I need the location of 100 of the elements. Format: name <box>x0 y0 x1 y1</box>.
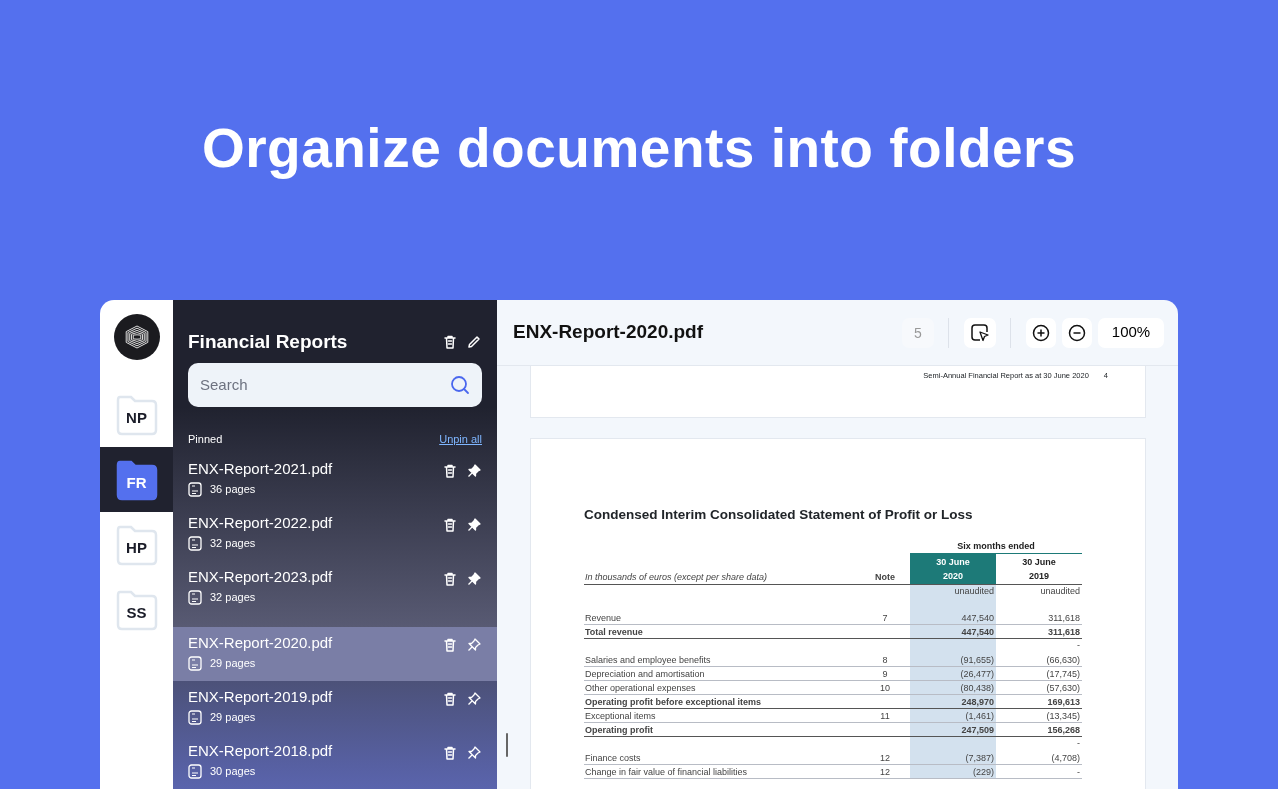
trash-icon[interactable] <box>442 517 458 533</box>
table-cell: (57,630) <box>1046 682 1080 693</box>
page-count: 29 pages <box>210 656 256 671</box>
file-item[interactable]: ENX-Report-2019.pdf 29 pages <box>173 681 497 735</box>
file-item[interactable]: ENX-Report-2022.pdf 32 pages <box>173 507 497 561</box>
table-cell: 12 <box>880 752 890 763</box>
document-icon <box>188 763 202 779</box>
table-cell: Operating profit <box>585 724 653 735</box>
table-cell: 169,613 <box>1047 696 1080 707</box>
section-label: Pinned <box>188 431 223 447</box>
column-header: 30 June 2019 <box>1021 556 1057 584</box>
table-cell: (1,461) <box>965 710 994 721</box>
table-cell: 10 <box>880 682 890 693</box>
statement-title: Condensed Interim Consolidated Statement of Profit or Loss <box>584 506 974 524</box>
select-tool-button[interactable] <box>964 317 996 348</box>
table-cell: (26,477) <box>960 668 994 679</box>
trash-icon[interactable] <box>442 745 458 761</box>
table-cell: (17,745) <box>1046 668 1080 679</box>
pin-icon[interactable] <box>466 463 482 479</box>
zoom-in-button[interactable] <box>1026 317 1056 348</box>
table-cell: 12 <box>880 766 890 777</box>
page-count: 36 pages <box>210 482 256 497</box>
table-cell: Depreciation and amortisation <box>585 668 705 679</box>
file-item[interactable]: ENX-Report-2020.pdf 29 pages <box>173 627 497 681</box>
file-name: ENX-Report-2020.pdf <box>188 633 334 653</box>
page-count: 29 pages <box>210 710 256 725</box>
trash-icon[interactable] <box>442 691 458 707</box>
table-cell: 8 <box>882 654 888 665</box>
table-cell: (7,387) <box>965 752 994 763</box>
logo-icon <box>113 314 160 360</box>
file-item[interactable]: ENX-Report-2018.pdf 30 pages <box>173 735 497 789</box>
file-name: ENX-Report-2019.pdf <box>188 687 334 707</box>
trash-icon[interactable] <box>442 571 458 587</box>
document-icon <box>188 589 202 605</box>
table-cell: 9 <box>882 668 888 679</box>
table-cell: (91,655) <box>960 654 994 665</box>
table-caption: In thousands of euros (except per share data) <box>585 570 768 584</box>
table-cell: Operating profit before exceptional items <box>585 696 762 707</box>
page-count: 30 pages <box>210 764 256 779</box>
table-cell: Other operational expenses <box>585 682 696 693</box>
pin-icon[interactable] <box>466 517 482 533</box>
table-cell: 248,970 <box>961 696 994 707</box>
folder-title: Financial Reports <box>188 330 349 354</box>
table-cell: Finance costs <box>585 752 641 763</box>
file-name: ENX-Report-2018.pdf <box>188 741 334 761</box>
page-count: 32 pages <box>210 536 256 551</box>
table-cell: Revenue <box>585 612 622 623</box>
table-cell: 7 <box>882 612 888 623</box>
table-cell: 447,540 <box>961 626 994 637</box>
pin-outline-icon[interactable] <box>466 745 482 761</box>
cursor-icon <box>970 322 990 343</box>
table-cell: 247,509 <box>961 724 994 735</box>
unpin-all-link[interactable]: Unpin all <box>439 430 482 447</box>
table-cell: (229) <box>973 766 994 777</box>
file-name: ENX-Report-2021.pdf <box>188 459 334 479</box>
column-header: 30 June 2020 <box>910 554 996 585</box>
page-count: 32 pages <box>210 590 256 605</box>
pencil-icon[interactable] <box>466 334 482 351</box>
table-cell: - <box>1077 766 1080 777</box>
table-cell: (4,708) <box>1051 752 1080 763</box>
file-name: ENX-Report-2023.pdf <box>188 567 334 587</box>
minus-icon <box>1068 323 1086 342</box>
pin-outline-icon[interactable] <box>466 691 482 707</box>
folder-button[interactable]: HP <box>115 523 158 566</box>
folder-button[interactable]: SS <box>115 588 158 631</box>
table-cell: - <box>1077 639 1080 650</box>
document-icon <box>188 481 202 497</box>
table-cell: unaudited <box>1040 586 1080 597</box>
document-icon <box>188 535 202 551</box>
table-cell: (80,438) <box>960 682 994 693</box>
zoom-level-button[interactable]: 100% <box>1098 317 1164 348</box>
search-icon[interactable] <box>450 374 470 395</box>
table-cell: (66,630) <box>1046 654 1080 665</box>
pin-outline-icon[interactable] <box>466 637 482 653</box>
zoom-out-button[interactable] <box>1062 317 1092 348</box>
document-title: ENX-Report-2020.pdf <box>513 320 705 345</box>
file-name: ENX-Report-2022.pdf <box>188 513 334 533</box>
pin-icon[interactable] <box>466 571 482 587</box>
file-item[interactable]: ENX-Report-2021.pdf 36 pages <box>173 453 497 507</box>
table-cell: unaudited <box>954 586 994 597</box>
table-cell: Salaries and employee benefits <box>585 654 711 665</box>
trash-icon[interactable] <box>442 463 458 479</box>
plus-icon <box>1032 323 1050 342</box>
table-cell: Change in fair value of financial liabilities <box>585 766 748 777</box>
table-cell: 311,618 <box>1047 626 1080 637</box>
table-cell: 311,618 <box>1048 612 1080 623</box>
table-cell: 156,268 <box>1047 724 1080 735</box>
table-cell: (13,345) <box>1046 710 1080 721</box>
table-cell: Total revenue <box>585 626 643 637</box>
document-icon <box>188 655 202 671</box>
trash-icon[interactable] <box>442 334 458 351</box>
folder-button[interactable]: FR <box>115 458 158 501</box>
resize-handle[interactable] <box>506 733 508 757</box>
table-cell: 447,540 <box>961 612 994 623</box>
table-cell: Exceptional items <box>585 710 656 721</box>
table-cell: 11 <box>880 710 890 721</box>
file-item[interactable]: ENX-Report-2023.pdf 32 pages <box>173 561 497 615</box>
search-field[interactable]: Search <box>188 362 482 407</box>
document-icon <box>188 709 202 725</box>
folder-button[interactable]: NP <box>115 393 158 436</box>
